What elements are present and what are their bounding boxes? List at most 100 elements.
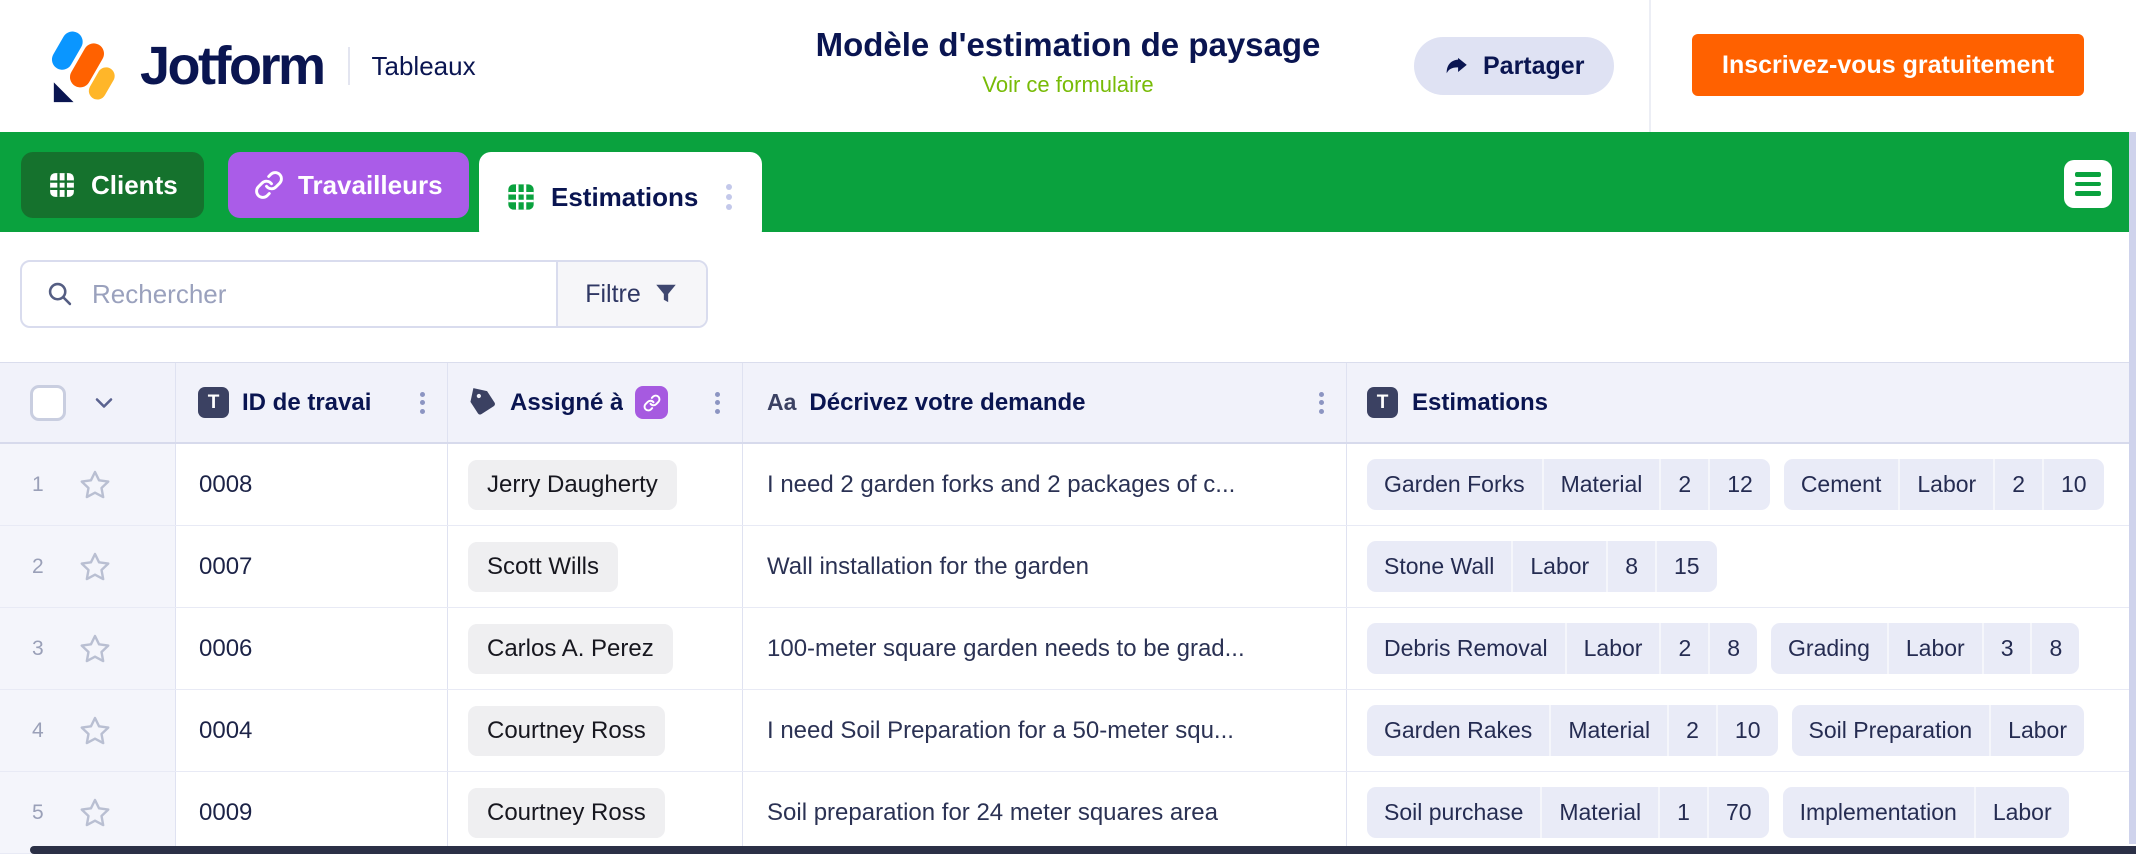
description-cell[interactable]: Wall installation for the garden bbox=[743, 526, 1347, 607]
estimations-cell[interactable]: Garden RakesMaterial210 Soil PreparationL… bbox=[1347, 690, 2136, 771]
column-label: Décrivez votre demande bbox=[809, 389, 1085, 417]
job-id-cell[interactable]: 0009 bbox=[176, 772, 448, 853]
search-input[interactable]: Rechercher bbox=[22, 262, 556, 326]
column-menu-icon[interactable] bbox=[416, 388, 429, 418]
view-form-link[interactable]: Voir ce formulaire bbox=[816, 72, 1321, 98]
estimation-segment: Labor bbox=[1976, 787, 2069, 838]
page-title: Modèle d'estimation de paysage bbox=[816, 26, 1321, 64]
sheet-menu-button[interactable] bbox=[2064, 160, 2112, 208]
assignee-cell[interactable]: Courtney Ross bbox=[448, 690, 743, 771]
estimation-chip[interactable]: ImplementationLabor bbox=[1783, 787, 2069, 838]
column-label: Estimations bbox=[1412, 389, 1548, 417]
estimation-segment: 8 bbox=[2032, 623, 2079, 674]
table-row: 2 0007 Scott Wills Wall installation for th… bbox=[0, 526, 2136, 608]
estimation-segment: Stone Wall bbox=[1367, 541, 1513, 592]
row-number: 1 bbox=[32, 473, 54, 497]
app-header: Jotform Tableaux Modèle d'estimation de … bbox=[0, 0, 2136, 132]
header-divider bbox=[1649, 0, 1651, 132]
column-menu-icon[interactable] bbox=[711, 388, 724, 418]
signup-button[interactable]: Inscrivez-vous gratuitement bbox=[1692, 34, 2084, 96]
estimation-segment: Grading bbox=[1771, 623, 1889, 674]
assignee-cell[interactable]: Courtney Ross bbox=[448, 772, 743, 853]
estimation-segment: Cement bbox=[1784, 459, 1901, 510]
link-icon bbox=[254, 170, 284, 200]
assignee-chip[interactable]: Carlos A. Perez bbox=[468, 624, 673, 674]
assignee-cell[interactable]: Scott Wills bbox=[448, 526, 743, 607]
horizontal-scrollbar[interactable] bbox=[30, 846, 2136, 854]
estimation-segment: 15 bbox=[1657, 541, 1717, 592]
tab-menu-icon[interactable] bbox=[722, 180, 736, 214]
description-cell[interactable]: I need Soil Preparation for a 50-meter s… bbox=[743, 690, 1347, 771]
estimation-chip[interactable]: Stone WallLabor815 bbox=[1367, 541, 1717, 592]
estimation-segment: 3 bbox=[1984, 623, 2033, 674]
estimation-chip[interactable]: Garden RakesMaterial210 bbox=[1367, 705, 1778, 756]
linked-column-icon[interactable] bbox=[635, 386, 668, 419]
product-label: Tableaux bbox=[372, 51, 476, 82]
estimation-chip[interactable]: Soil purchaseMaterial170 bbox=[1367, 787, 1769, 838]
estimation-segment: Garden Forks bbox=[1367, 459, 1544, 510]
assignee-chip[interactable]: Jerry Daugherty bbox=[468, 460, 677, 510]
column-header-description[interactable]: Aa Décrivez votre demande bbox=[743, 363, 1347, 442]
assignee-chip[interactable]: Courtney Ross bbox=[468, 788, 665, 838]
table-header-row: T ID de travai Assigné à bbox=[0, 362, 2136, 444]
star-icon[interactable] bbox=[78, 632, 112, 666]
estimation-segment: Labor bbox=[1991, 705, 2084, 756]
estimations-cell[interactable]: Garden ForksMaterial212CementLabor210 bbox=[1347, 444, 2136, 525]
estimations-cell[interactable]: Stone WallLabor815 bbox=[1347, 526, 2136, 607]
job-id-cell[interactable]: 0007 bbox=[176, 526, 448, 607]
estimation-segment: 8 bbox=[1710, 623, 1757, 674]
estimation-segment: 10 bbox=[1718, 705, 1778, 756]
tab-clients[interactable]: Clients bbox=[21, 152, 204, 218]
row-select-cell: 2 bbox=[0, 526, 176, 607]
text-field-icon: T bbox=[1367, 387, 1398, 418]
row-select-cell: 1 bbox=[0, 444, 176, 525]
column-header-estimations[interactable]: T Estimations bbox=[1347, 363, 2136, 442]
estimation-chip[interactable]: Soil PreparationLabor bbox=[1792, 705, 2084, 756]
assignee-cell[interactable]: Carlos A. Perez bbox=[448, 608, 743, 689]
brand[interactable]: Jotform Tableaux bbox=[44, 24, 476, 108]
column-header-assignee[interactable]: Assigné à bbox=[448, 363, 743, 442]
estimation-chip[interactable]: GradingLabor38 bbox=[1771, 623, 2079, 674]
assignee-cell[interactable]: Jerry Daugherty bbox=[448, 444, 743, 525]
star-icon[interactable] bbox=[78, 796, 112, 830]
star-icon[interactable] bbox=[78, 550, 112, 584]
filter-funnel-icon bbox=[653, 281, 679, 307]
share-button-label: Partager bbox=[1483, 52, 1584, 81]
search-icon bbox=[46, 280, 74, 308]
tab-estimations[interactable]: Estimations bbox=[479, 152, 762, 242]
column-header-job-id[interactable]: T ID de travai bbox=[176, 363, 448, 442]
estimation-segment: 10 bbox=[2044, 459, 2104, 510]
data-table: T ID de travai Assigné à bbox=[0, 362, 2136, 854]
row-number: 2 bbox=[32, 555, 54, 579]
estimation-segment: Material bbox=[1544, 459, 1662, 510]
star-icon[interactable] bbox=[78, 714, 112, 748]
estimation-segment: 8 bbox=[1608, 541, 1657, 592]
description-cell[interactable]: 100-meter square garden needs to be grad… bbox=[743, 608, 1347, 689]
estimation-segment: 12 bbox=[1710, 459, 1770, 510]
vertical-scrollbar[interactable] bbox=[2129, 132, 2136, 844]
estimation-chip[interactable]: Debris RemovalLabor28 bbox=[1367, 623, 1757, 674]
estimation-chip[interactable]: Garden ForksMaterial212 bbox=[1367, 459, 1770, 510]
job-id-cell[interactable]: 0008 bbox=[176, 444, 448, 525]
job-id-cell[interactable]: 0004 bbox=[176, 690, 448, 771]
estimation-segment: 2 bbox=[1669, 705, 1718, 756]
filter-button[interactable]: Filtre bbox=[556, 262, 706, 326]
star-icon[interactable] bbox=[78, 468, 112, 502]
description-cell[interactable]: Soil preparation for 24 meter squares ar… bbox=[743, 772, 1347, 853]
description-cell[interactable]: I need 2 garden forks and 2 packages of … bbox=[743, 444, 1347, 525]
estimations-cell[interactable]: Debris RemovalLabor28 GradingLabor38 bbox=[1347, 608, 2136, 689]
tab-label: Travailleurs bbox=[298, 170, 443, 201]
estimation-segment: Material bbox=[1542, 787, 1660, 838]
tab-travailleurs[interactable]: Travailleurs bbox=[228, 152, 469, 218]
chevron-down-icon[interactable] bbox=[92, 391, 116, 415]
assignee-chip[interactable]: Courtney Ross bbox=[468, 706, 665, 756]
assignee-chip[interactable]: Scott Wills bbox=[468, 542, 618, 592]
select-all-checkbox[interactable] bbox=[30, 385, 66, 421]
job-id-cell[interactable]: 0006 bbox=[176, 608, 448, 689]
estimations-cell[interactable]: Soil purchaseMaterial170 ImplementationLa… bbox=[1347, 772, 2136, 853]
estimation-segment: 2 bbox=[1661, 459, 1710, 510]
share-button[interactable]: Partager bbox=[1414, 37, 1614, 95]
column-menu-icon[interactable] bbox=[1315, 388, 1328, 418]
estimation-chip[interactable]: CementLabor210 bbox=[1784, 459, 2104, 510]
estimation-segment: Labor bbox=[1900, 459, 1995, 510]
